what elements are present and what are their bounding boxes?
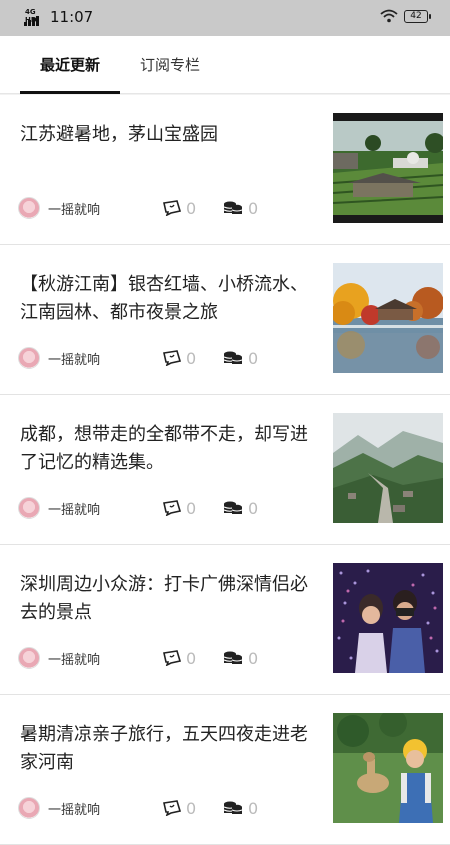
comment-count: 0: [186, 798, 197, 818]
coin-count: 0: [248, 648, 259, 668]
avatar[interactable]: [18, 647, 40, 669]
signal-icon: 4G HD: [24, 8, 44, 26]
author-name[interactable]: 一摇就响: [48, 349, 163, 368]
comment-count: 0: [186, 348, 197, 368]
coin-stat[interactable]: 0: [223, 799, 283, 818]
article-meta: 一摇就响 0 0: [18, 496, 318, 520]
comment-stat[interactable]: 0: [163, 349, 223, 368]
article-thumbnail[interactable]: [333, 113, 443, 223]
author-name[interactable]: 一摇就响: [48, 649, 163, 668]
article-thumbnail[interactable]: [333, 713, 443, 823]
article-title[interactable]: 暑期清凉亲子旅行，五天四夜走进老家河南: [20, 721, 320, 777]
status-right: 42: [380, 9, 431, 23]
coin-stat[interactable]: 0: [223, 199, 283, 218]
comment-icon: [163, 200, 181, 216]
article-card[interactable]: 【秋游江南】银杏红墙、小桥流水、江南园林、都市夜景之旅 一摇就响 0 0: [0, 245, 450, 395]
article-feed: 江苏避暑地，茅山宝盛园 一摇就响 0 0 【秋游江南】银杏红墙、小桥流水、江南园…: [0, 95, 450, 845]
comment-icon: [163, 650, 181, 666]
article-title[interactable]: 成都，想带走的全都带不走，却写进了记忆的精选集。: [20, 421, 320, 477]
comment-stat[interactable]: 0: [163, 799, 223, 818]
article-meta: 一摇就响 0 0: [18, 196, 318, 220]
comment-stat[interactable]: 0: [163, 199, 223, 218]
comment-stat[interactable]: 0: [163, 649, 223, 668]
tab-bar: 最近更新 订阅专栏: [0, 36, 450, 94]
article-card[interactable]: 暑期清凉亲子旅行，五天四夜走进老家河南 一摇就响 0 0: [0, 695, 450, 845]
article-thumbnail[interactable]: [333, 263, 443, 373]
avatar[interactable]: [18, 797, 40, 819]
article-card[interactable]: 江苏避暑地，茅山宝盛园 一摇就响 0 0: [0, 95, 450, 245]
status-bar: 4G HD 11:07 42: [0, 0, 450, 36]
coin-count: 0: [248, 498, 259, 518]
coin-stat[interactable]: 0: [223, 649, 283, 668]
active-tab-indicator: [20, 91, 120, 94]
battery-level: 42: [410, 10, 422, 21]
author-name[interactable]: 一摇就响: [48, 499, 163, 518]
article-title[interactable]: 江苏避暑地，茅山宝盛园: [20, 121, 320, 149]
avatar[interactable]: [18, 497, 40, 519]
comment-count: 0: [186, 198, 197, 218]
article-title[interactable]: 深圳周边小众游：打卡广佛深情侣必去的景点: [20, 571, 320, 627]
coins-icon: [223, 351, 243, 364]
author-name[interactable]: 一摇就响: [48, 199, 163, 218]
clock: 11:07: [50, 8, 94, 26]
coins-icon: [223, 201, 243, 214]
coin-count: 0: [248, 198, 259, 218]
coins-icon: [223, 501, 243, 514]
battery-icon: 42: [404, 9, 431, 23]
article-thumbnail[interactable]: [333, 563, 443, 673]
tab-subscriptions[interactable]: 订阅专栏: [140, 36, 200, 94]
comment-count: 0: [186, 498, 197, 518]
wifi-icon: [380, 9, 398, 23]
coin-count: 0: [248, 798, 259, 818]
coin-count: 0: [248, 348, 259, 368]
article-thumbnail[interactable]: [333, 413, 443, 523]
avatar[interactable]: [18, 347, 40, 369]
comment-count: 0: [186, 648, 197, 668]
comment-icon: [163, 500, 181, 516]
article-meta: 一摇就响 0 0: [18, 346, 318, 370]
tab-recent-updates[interactable]: 最近更新: [40, 36, 100, 94]
status-left: 4G HD 11:07: [24, 8, 93, 26]
article-meta: 一摇就响 0 0: [18, 646, 318, 670]
coins-icon: [223, 651, 243, 664]
coin-stat[interactable]: 0: [223, 499, 283, 518]
author-name[interactable]: 一摇就响: [48, 799, 163, 818]
comment-stat[interactable]: 0: [163, 499, 223, 518]
comment-icon: [163, 800, 181, 816]
article-title[interactable]: 【秋游江南】银杏红墙、小桥流水、江南园林、都市夜景之旅: [20, 271, 320, 327]
coins-icon: [223, 801, 243, 814]
article-card[interactable]: 深圳周边小众游：打卡广佛深情侣必去的景点 一摇就响 0 0: [0, 545, 450, 695]
comment-icon: [163, 350, 181, 366]
article-card[interactable]: 成都，想带走的全都带不走，却写进了记忆的精选集。 一摇就响 0 0: [0, 395, 450, 545]
coin-stat[interactable]: 0: [223, 349, 283, 368]
avatar[interactable]: [18, 197, 40, 219]
